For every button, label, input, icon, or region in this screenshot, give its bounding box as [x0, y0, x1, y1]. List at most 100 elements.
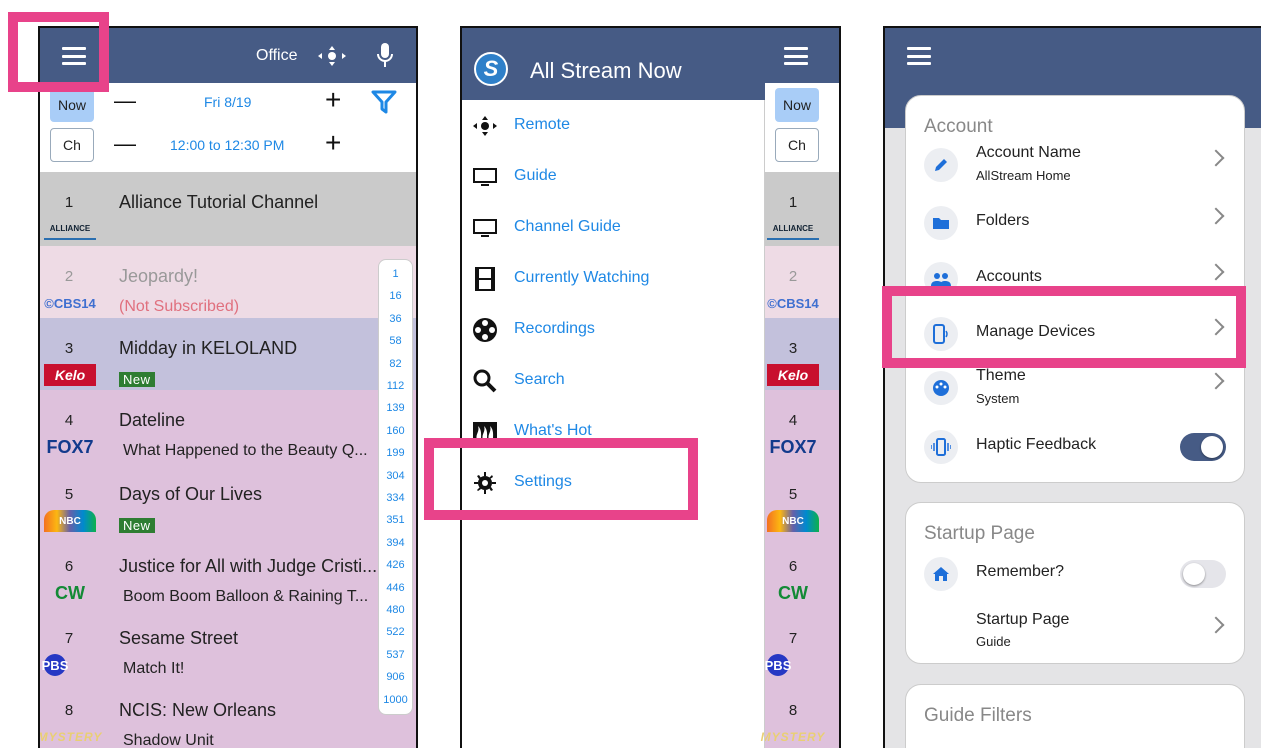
channel-logo: CW — [778, 582, 808, 603]
drawer-screen: S All Stream Now Remote Guide Channel Guid… — [460, 26, 841, 748]
folder-icon — [924, 206, 958, 240]
guide-row[interactable]: 5 NBC — [765, 464, 839, 536]
channel-index-item[interactable]: 304 — [379, 470, 412, 482]
startup-card: Startup Page Remember? Startup Page Guid… — [905, 502, 1245, 664]
tv-icon — [472, 164, 498, 190]
channel-index-item[interactable]: 394 — [379, 537, 412, 549]
program-title[interactable]: Midday in KELOLAND — [119, 338, 297, 359]
channel-logo: FOX7 — [769, 436, 817, 457]
date-prev-button[interactable]: — — [114, 88, 136, 114]
startup-page-value: Guide — [976, 634, 1011, 649]
guide-filters-card: Guide Filters — [905, 684, 1245, 748]
drawer-item-guide[interactable]: Guide — [462, 151, 765, 202]
program-title[interactable]: NCIS: New Orleans — [119, 700, 276, 721]
program-title[interactable]: Alliance Tutorial Channel — [119, 192, 318, 213]
ch-button[interactable]: Ch — [775, 128, 819, 162]
drawer-item-label: Search — [514, 371, 565, 388]
guide-row[interactable]: 3 Kelo — [765, 318, 839, 390]
guide-row[interactable]: 2 ©CBS14 Jeopardy! (Not Subscribed) — [40, 246, 416, 318]
channel-index-item[interactable]: 199 — [379, 447, 412, 459]
channel-index-item[interactable]: 1000 — [379, 694, 412, 706]
filter-icon[interactable] — [371, 89, 397, 115]
guide-row[interactable]: 7 PBS — [765, 608, 839, 680]
time-next-button[interactable]: + — [325, 129, 341, 157]
program-title[interactable]: Sesame Street — [119, 628, 238, 649]
remote-dpad-icon — [472, 113, 498, 139]
channel-index-item[interactable]: 112 — [379, 380, 412, 392]
channel-index-item[interactable]: 160 — [379, 425, 412, 437]
setting-row-folders[interactable]: Folders — [906, 194, 1244, 250]
channel-index-item[interactable]: 58 — [379, 335, 412, 347]
guide-row[interactable]: 4 FOX7 Dateline What Happened to the Beauty… — [40, 390, 416, 464]
channel-index-item[interactable]: 480 — [379, 604, 412, 616]
now-button[interactable]: Now — [50, 88, 94, 122]
guide-row[interactable]: 2 ©CBS14 — [765, 246, 839, 318]
drawer-item-recordings[interactable]: Recordings — [462, 304, 765, 355]
now-button[interactable]: Now — [775, 88, 819, 122]
guide-row[interactable]: 5 NBC Days of Our Lives New — [40, 464, 416, 536]
drawer-item-remote[interactable]: Remote — [462, 100, 765, 151]
location-label[interactable]: Office — [256, 47, 298, 65]
channel-index-item[interactable]: 537 — [379, 649, 412, 661]
guide-row[interactable]: 6 CW — [765, 536, 839, 608]
chevron-right-icon — [1207, 616, 1225, 634]
remote-dpad-icon[interactable] — [316, 45, 348, 67]
channel-index-item[interactable]: 139 — [379, 402, 412, 414]
startup-page-row[interactable]: Startup Page Guide — [906, 603, 1244, 659]
channel-index-item[interactable]: 1 — [379, 268, 412, 280]
channel-index-item[interactable]: 36 — [379, 313, 412, 325]
setting-row-haptic-feedback[interactable]: Haptic Feedback — [906, 418, 1244, 474]
menu-icon-behind[interactable] — [784, 47, 808, 65]
guide-row[interactable]: 4 FOX7 — [765, 390, 839, 464]
haptic-toggle[interactable] — [1180, 433, 1226, 461]
microphone-icon[interactable] — [376, 42, 394, 70]
program-title[interactable]: Jeopardy! — [119, 266, 198, 287]
channel-jump-index[interactable]: 1 16 36 58 82 112 139 160 199 304 334 351 394 426 446 4… — [378, 259, 413, 715]
channel-index-item[interactable]: 351 — [379, 514, 412, 526]
highlight-menu-button — [8, 12, 109, 92]
vibrate-icon — [924, 430, 958, 464]
channel-logo: PBS — [42, 654, 68, 676]
program-title[interactable]: Days of Our Lives — [119, 484, 262, 505]
guide-screen: Office Now Ch — Fri 8/19 + — 12:00 to 12… — [38, 26, 418, 748]
channel-logo: Kelo — [44, 364, 96, 386]
channel-number: 1 — [64, 194, 74, 211]
ch-button[interactable]: Ch — [50, 128, 94, 162]
guide-row[interactable]: 6 CW Justice for All with Judge Cristi... B… — [40, 536, 416, 608]
guide-filters-title: Guide Filters — [924, 705, 1032, 726]
drawer-item-currently-watching[interactable]: Currently Watching — [462, 253, 765, 304]
guide-row[interactable]: 1 ALLIANCE Alliance Tutorial Channel — [40, 172, 416, 246]
channel-index-item[interactable]: 906 — [379, 671, 412, 683]
channel-index-item[interactable]: 334 — [379, 492, 412, 504]
guide-row[interactable]: 7 PBS Sesame Street Match It! — [40, 608, 416, 680]
program-subtitle: Match It! — [123, 660, 185, 677]
film-strip-icon — [472, 266, 498, 292]
menu-icon[interactable] — [907, 47, 931, 65]
program-title[interactable]: Justice for All with Judge Cristi... — [119, 556, 377, 577]
guide-row[interactable]: 8 MYSTERY — [761, 680, 839, 748]
chevron-right-icon — [1207, 149, 1225, 167]
channel-index-item[interactable]: 426 — [379, 559, 412, 571]
guide-row[interactable]: 3 Kelo Midday in KELOLAND New — [40, 318, 416, 390]
channel-number: 4 — [64, 412, 74, 429]
channel-index-item[interactable]: 446 — [379, 582, 412, 594]
channel-index-item[interactable]: 16 — [379, 290, 412, 302]
program-subtitle: Shadow Unit — [123, 732, 214, 748]
channel-logo: ©CBS14 — [767, 295, 819, 311]
drawer-item-search[interactable]: Search — [462, 355, 765, 406]
guide-row[interactable]: 1 ALLIANCE — [765, 172, 839, 246]
channel-index-item[interactable]: 82 — [379, 358, 412, 370]
program-subtitle: (Not Subscribed) — [119, 298, 240, 315]
channel-logo: ALLIANCE — [44, 218, 96, 240]
drawer-item-channel-guide[interactable]: Channel Guide — [462, 202, 765, 253]
time-prev-button[interactable]: — — [114, 131, 136, 157]
remember-toggle[interactable] — [1180, 560, 1226, 588]
guide-row[interactable]: 8 MYSTERY NCIS: New Orleans Shadow Unit — [40, 680, 416, 748]
setting-row-account-name[interactable]: Account Name AllStream Home — [906, 136, 1244, 192]
remember-startup-row[interactable]: Remember? — [906, 545, 1244, 601]
program-title[interactable]: Dateline — [119, 410, 185, 431]
home-icon — [924, 557, 958, 591]
date-next-button[interactable]: + — [325, 86, 341, 114]
channel-index-item[interactable]: 522 — [379, 626, 412, 638]
time-range-label: 12:00 to 12:30 PM — [170, 137, 285, 153]
